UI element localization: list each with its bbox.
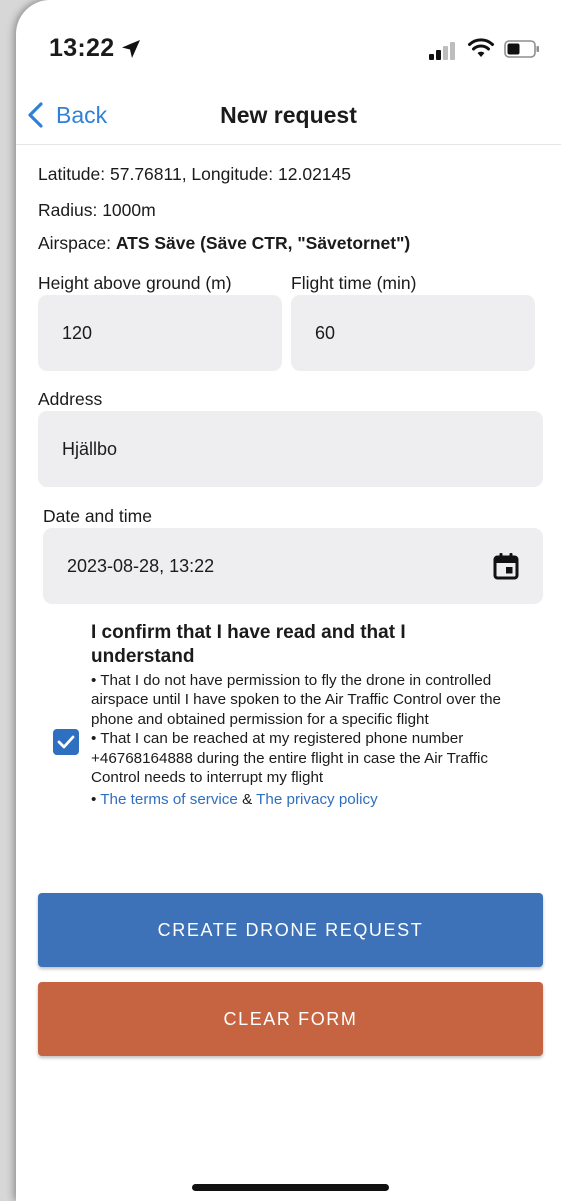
checkmark-icon <box>57 735 75 749</box>
confirm-checkbox[interactable] <box>53 729 79 755</box>
radius-text: Radius: 1000m <box>38 200 156 220</box>
confirm-body: • That I do not have permission to fly t… <box>91 671 531 810</box>
battery-icon <box>504 40 539 58</box>
status-bar: 13:22 <box>16 0 561 80</box>
airspace-label: Airspace: <box>38 233 116 253</box>
datetime-value: 2023-08-28, 13:22 <box>67 555 215 576</box>
airspace-text: Airspace: ATS Säve (Säve CTR, "Sävetorne… <box>38 233 410 254</box>
cellular-signal-icon <box>429 40 457 60</box>
address-value: Hjällbo <box>62 438 118 459</box>
height-input[interactable]: 120 <box>38 295 282 371</box>
home-indicator[interactable] <box>192 1184 389 1191</box>
links-separator: & <box>237 791 257 809</box>
status-time: 13:22 <box>49 34 115 62</box>
privacy-policy-link[interactable]: The privacy policy <box>256 791 378 808</box>
page-title: New request <box>220 102 357 128</box>
location-arrow-icon <box>122 40 140 58</box>
clear-form-button[interactable]: CLEAR FORM <box>38 982 543 1056</box>
create-drone-request-button[interactable]: CREATE DRONE REQUEST <box>38 893 543 967</box>
datetime-label: Date and time <box>43 506 152 526</box>
confirm-point-permission: • That I do not have permission to fly t… <box>91 672 502 728</box>
height-value: 120 <box>62 322 93 343</box>
address-label: Address <box>38 389 103 409</box>
links-bullet: • <box>91 791 101 809</box>
wifi-icon <box>468 38 494 57</box>
flight-time-input[interactable]: 60 <box>291 295 535 371</box>
datetime-input[interactable]: 2023-08-28, 13:22 <box>43 528 543 604</box>
phone-screen: 13:22 Back New request Latitude: 57.7681… <box>16 0 561 1201</box>
confirm-title: I confirm that I have read and that I un… <box>91 622 406 667</box>
calendar-icon[interactable] <box>493 552 519 580</box>
flight-time-label: Flight time (min) <box>291 273 417 293</box>
navigation-bar: Back New request <box>16 88 561 145</box>
flight-time-value: 60 <box>315 322 336 343</box>
height-label: Height above ground (m) <box>38 273 232 293</box>
airspace-value: ATS Säve (Säve CTR, "Sävetornet") <box>115 233 411 253</box>
confirm-point-reachable: • That I can be reached at my registered… <box>91 730 488 787</box>
address-input[interactable]: Hjällbo <box>38 411 543 487</box>
confirm-point-links: • The terms of service & The privacy pol… <box>91 790 531 809</box>
terms-of-service-link[interactable]: The terms of service <box>100 791 238 808</box>
coordinates-text: Latitude: 57.76811, Longitude: 12.02145 <box>38 164 352 184</box>
